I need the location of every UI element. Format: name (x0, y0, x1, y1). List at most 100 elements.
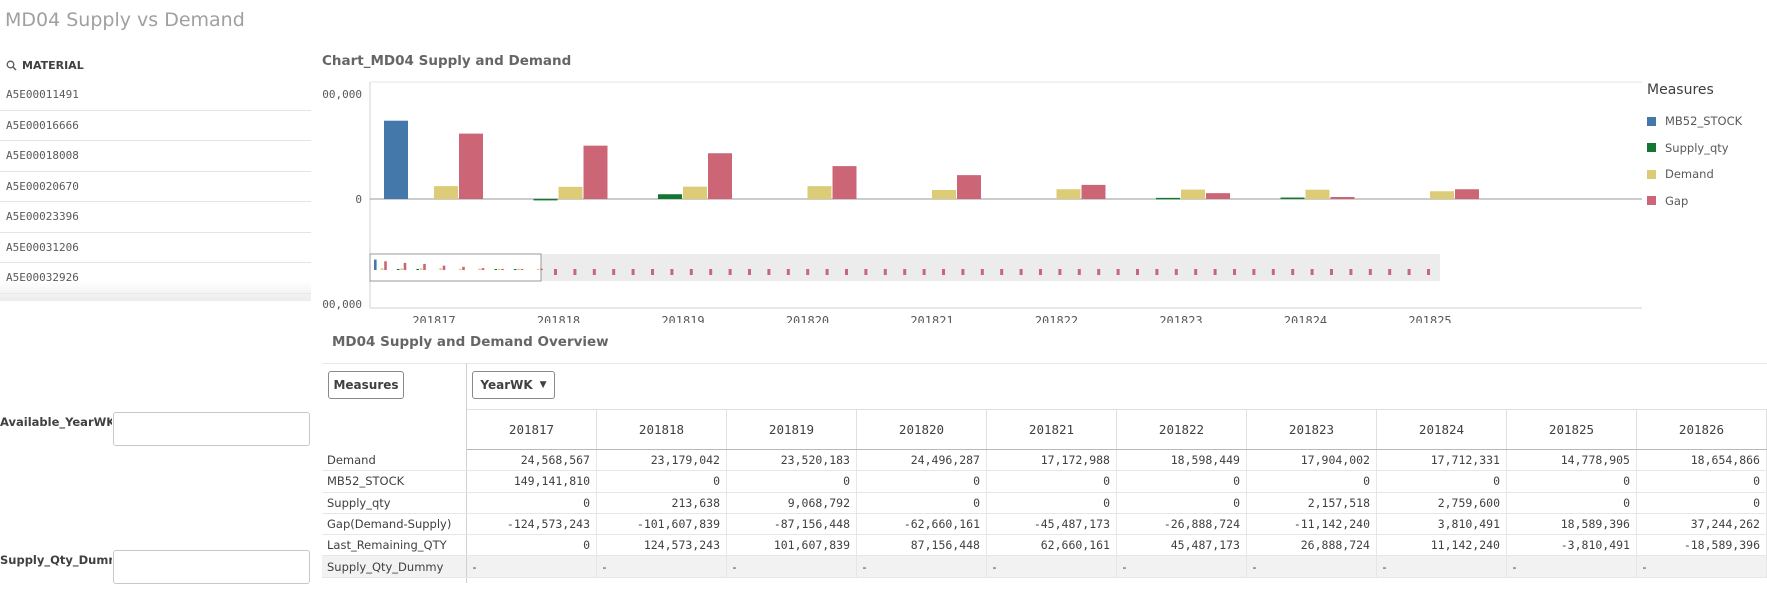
measures-button[interactable]: Measures (328, 371, 404, 399)
mini-bar (1116, 269, 1120, 275)
column-header[interactable]: 201817 (467, 410, 597, 449)
bar-gap[interactable] (1206, 193, 1230, 199)
column-header[interactable]: 201824 (1377, 410, 1507, 449)
bar-demand[interactable] (1430, 191, 1454, 199)
column-header[interactable]: 201825 (1507, 410, 1637, 449)
bar-demand[interactable] (932, 189, 956, 199)
bar-gap[interactable] (957, 175, 981, 199)
mini-bar (728, 269, 732, 275)
supply-qty-dummy-input[interactable] (113, 550, 310, 584)
bar-demand[interactable] (1305, 189, 1330, 199)
legend-label: Supply_qty (1665, 140, 1729, 155)
mini-bar (1368, 269, 1372, 275)
material-list-item[interactable]: A5E00018008 (0, 141, 311, 172)
x-tick-label: 201822 (1035, 314, 1078, 323)
bar-demand[interactable] (434, 186, 458, 199)
column-header[interactable]: 201819 (727, 410, 857, 449)
bar-demand[interactable] (558, 186, 583, 199)
bar-gap[interactable] (583, 145, 608, 199)
table-cell: 62,660,161 (987, 535, 1117, 556)
table-cell: - (987, 556, 1117, 577)
table-cell: - (597, 556, 727, 577)
column-header[interactable]: 201818 (597, 410, 727, 449)
table-cell: 0 (1507, 492, 1637, 513)
bar-demand[interactable] (807, 186, 832, 199)
table-cell: - (467, 556, 597, 577)
bar-gap[interactable] (1330, 196, 1355, 199)
bar-supply-qty[interactable] (533, 198, 558, 201)
table-cell: -87,156,448 (727, 513, 857, 535)
bar-supply-qty[interactable] (1280, 197, 1305, 200)
legend-swatch (1647, 196, 1656, 206)
bar-demand[interactable] (1056, 189, 1081, 199)
mini-bar (883, 269, 887, 275)
table-cell: 0 (857, 471, 987, 492)
row-label: Last_Remaining_QTY (322, 535, 467, 556)
bar-supply-qty[interactable] (658, 194, 682, 199)
legend-item[interactable]: MB52_STOCK (1647, 108, 1765, 135)
material-list-item[interactable]: A5E00016666 (0, 111, 311, 141)
legend-label: MB52_STOCK (1665, 114, 1743, 129)
mini-bar (980, 269, 984, 275)
column-header[interactable]: 201820 (857, 410, 987, 449)
table-cell: 9,068,792 (727, 492, 857, 513)
mini-bar (922, 269, 926, 275)
table-cell: 0 (1117, 492, 1247, 513)
table-cell: - (1117, 556, 1247, 577)
x-tick-label: 201817 (412, 314, 455, 323)
table-cell: 23,179,042 (597, 450, 727, 471)
material-filter-header[interactable]: MATERIAL (0, 50, 311, 80)
bar-demand[interactable] (683, 186, 707, 199)
legend-item[interactable]: Supply_qty (1647, 135, 1765, 162)
x-tick-label: 201818 (537, 314, 580, 323)
mini-bar (1097, 269, 1101, 275)
yearwk-dimension-button[interactable]: YearWK ▼ (472, 371, 555, 399)
chart-legend: Measures MB52_STOCK Supply_qty Demand Gap (1647, 82, 1765, 214)
table-cell: - (1377, 556, 1507, 577)
bar-demand[interactable] (1181, 189, 1205, 199)
column-header[interactable]: 201826 (1637, 410, 1767, 449)
bar-mb52-stock[interactable] (384, 120, 408, 199)
material-list[interactable]: A5E00011491 A5E00016666 A5E00018008 A5E0002… (0, 80, 311, 301)
table-cell: -18,589,396 (1637, 535, 1767, 556)
material-list-item[interactable]: A5E00020670 (0, 172, 311, 202)
mini-bar (442, 265, 446, 270)
table-cell: 149,141,810 (467, 471, 597, 492)
table-cell: 24,568,567 (467, 450, 597, 471)
available-yearwk-input[interactable] (113, 412, 310, 446)
table-cell: - (1637, 556, 1767, 577)
mini-bar (520, 269, 524, 270)
bar-gap[interactable] (459, 133, 483, 199)
material-list-item[interactable]: A5E00023396 (0, 202, 311, 233)
bar-gap[interactable] (1455, 189, 1479, 199)
bar-gap[interactable] (832, 166, 857, 199)
material-list-item[interactable]: A5E00031206 (0, 233, 311, 263)
mini-bar (439, 268, 442, 270)
supply-demand-bar-chart[interactable]: 200,000,000 0 -200,000,000 201817 201818 2018… (322, 78, 1642, 323)
chart-title: Chart_MD04 Supply and Demand (322, 53, 572, 69)
mini-bar (416, 269, 419, 270)
table-cell: 101,607,839 (727, 535, 857, 556)
bar-gap[interactable] (708, 153, 732, 199)
table-cell: -3,810,491 (1507, 535, 1637, 556)
column-header[interactable]: 201823 (1247, 410, 1377, 449)
material-list-item[interactable]: A5E00011491 (0, 80, 311, 111)
column-header[interactable]: 201821 (987, 410, 1117, 449)
chart-scrollbar-thumb[interactable] (369, 253, 542, 282)
mini-bar (767, 269, 771, 275)
legend-item[interactable]: Gap (1647, 188, 1765, 215)
bar-supply-qty[interactable] (1156, 197, 1180, 200)
legend-swatch (1647, 143, 1656, 153)
x-tick-label: 201820 (786, 314, 829, 323)
mini-bar (651, 269, 654, 275)
x-tick-label: 201824 (1284, 314, 1327, 323)
table-cell: 0 (987, 492, 1117, 513)
mini-bar (1233, 269, 1236, 275)
column-header[interactable]: 201822 (1117, 410, 1247, 449)
bar-gap[interactable] (1081, 184, 1106, 199)
x-tick-label: 201825 (1408, 314, 1451, 323)
overview-pivot-table: Measures YearWK ▼ 201817 201818 201819 2018… (322, 363, 1767, 583)
table-cell: 3,810,491 (1377, 513, 1507, 535)
legend-item[interactable]: Demand (1647, 161, 1765, 188)
mini-bar (1019, 269, 1023, 275)
